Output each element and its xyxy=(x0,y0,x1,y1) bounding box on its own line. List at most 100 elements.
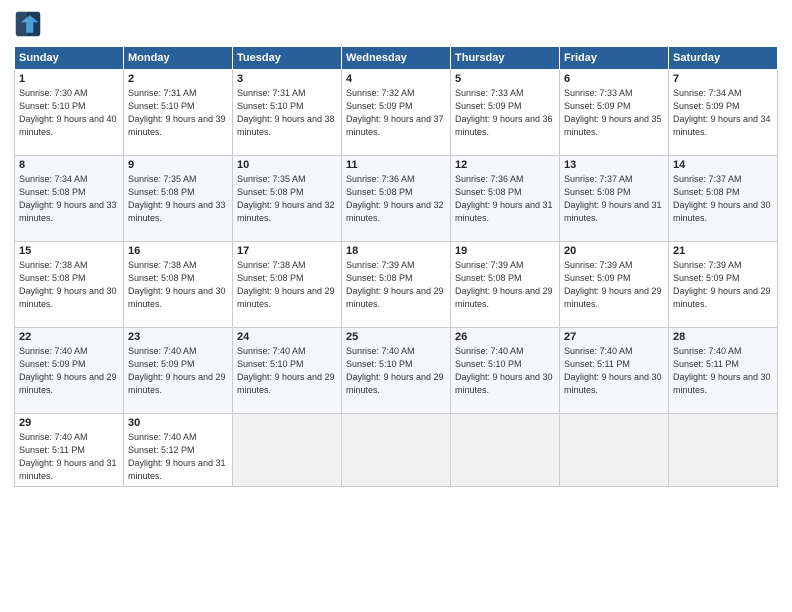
day-detail: Sunrise: 7:37 AMSunset: 5:08 PMDaylight:… xyxy=(564,173,664,225)
calendar-cell: 14 Sunrise: 7:37 AMSunset: 5:08 PMDaylig… xyxy=(669,156,778,242)
calendar-cell: 17 Sunrise: 7:38 AMSunset: 5:08 PMDaylig… xyxy=(233,242,342,328)
calendar-cell: 29 Sunrise: 7:40 AMSunset: 5:11 PMDaylig… xyxy=(15,414,124,487)
calendar-cell: 6 Sunrise: 7:33 AMSunset: 5:09 PMDayligh… xyxy=(560,70,669,156)
day-number: 11 xyxy=(346,159,446,171)
day-detail: Sunrise: 7:37 AMSunset: 5:08 PMDaylight:… xyxy=(673,173,773,225)
day-detail: Sunrise: 7:36 AMSunset: 5:08 PMDaylight:… xyxy=(346,173,446,225)
day-detail: Sunrise: 7:31 AMSunset: 5:10 PMDaylight:… xyxy=(128,87,228,139)
calendar-table: SundayMondayTuesdayWednesdayThursdayFrid… xyxy=(14,46,778,487)
calendar-cell xyxy=(560,414,669,487)
day-number: 23 xyxy=(128,331,228,343)
calendar-cell: 24 Sunrise: 7:40 AMSunset: 5:10 PMDaylig… xyxy=(233,328,342,414)
calendar-cell: 12 Sunrise: 7:36 AMSunset: 5:08 PMDaylig… xyxy=(451,156,560,242)
day-of-week-header: Sunday xyxy=(15,47,124,70)
calendar-cell: 10 Sunrise: 7:35 AMSunset: 5:08 PMDaylig… xyxy=(233,156,342,242)
day-detail: Sunrise: 7:38 AMSunset: 5:08 PMDaylight:… xyxy=(19,259,119,311)
day-detail: Sunrise: 7:34 AMSunset: 5:09 PMDaylight:… xyxy=(673,87,773,139)
calendar-cell: 25 Sunrise: 7:40 AMSunset: 5:10 PMDaylig… xyxy=(342,328,451,414)
day-number: 19 xyxy=(455,245,555,257)
day-number: 17 xyxy=(237,245,337,257)
day-detail: Sunrise: 7:39 AMSunset: 5:09 PMDaylight:… xyxy=(673,259,773,311)
calendar-header-row: SundayMondayTuesdayWednesdayThursdayFrid… xyxy=(15,47,778,70)
day-number: 28 xyxy=(673,331,773,343)
day-detail: Sunrise: 7:36 AMSunset: 5:08 PMDaylight:… xyxy=(455,173,555,225)
day-of-week-header: Monday xyxy=(124,47,233,70)
calendar-cell: 22 Sunrise: 7:40 AMSunset: 5:09 PMDaylig… xyxy=(15,328,124,414)
day-number: 3 xyxy=(237,73,337,85)
day-number: 27 xyxy=(564,331,664,343)
calendar-cell: 11 Sunrise: 7:36 AMSunset: 5:08 PMDaylig… xyxy=(342,156,451,242)
calendar-cell: 13 Sunrise: 7:37 AMSunset: 5:08 PMDaylig… xyxy=(560,156,669,242)
day-number: 26 xyxy=(455,331,555,343)
day-detail: Sunrise: 7:39 AMSunset: 5:08 PMDaylight:… xyxy=(455,259,555,311)
day-detail: Sunrise: 7:39 AMSunset: 5:08 PMDaylight:… xyxy=(346,259,446,311)
day-number: 1 xyxy=(19,73,119,85)
calendar-cell: 3 Sunrise: 7:31 AMSunset: 5:10 PMDayligh… xyxy=(233,70,342,156)
calendar-cell: 4 Sunrise: 7:32 AMSunset: 5:09 PMDayligh… xyxy=(342,70,451,156)
page: SundayMondayTuesdayWednesdayThursdayFrid… xyxy=(0,0,792,612)
day-number: 12 xyxy=(455,159,555,171)
day-number: 2 xyxy=(128,73,228,85)
calendar-cell: 27 Sunrise: 7:40 AMSunset: 5:11 PMDaylig… xyxy=(560,328,669,414)
calendar-cell: 23 Sunrise: 7:40 AMSunset: 5:09 PMDaylig… xyxy=(124,328,233,414)
calendar-cell: 8 Sunrise: 7:34 AMSunset: 5:08 PMDayligh… xyxy=(15,156,124,242)
day-number: 5 xyxy=(455,73,555,85)
day-number: 16 xyxy=(128,245,228,257)
logo xyxy=(14,10,46,38)
day-number: 10 xyxy=(237,159,337,171)
calendar-cell xyxy=(451,414,560,487)
day-detail: Sunrise: 7:40 AMSunset: 5:10 PMDaylight:… xyxy=(237,345,337,397)
calendar-cell: 9 Sunrise: 7:35 AMSunset: 5:08 PMDayligh… xyxy=(124,156,233,242)
calendar-cell: 26 Sunrise: 7:40 AMSunset: 5:10 PMDaylig… xyxy=(451,328,560,414)
calendar-cell: 20 Sunrise: 7:39 AMSunset: 5:09 PMDaylig… xyxy=(560,242,669,328)
calendar-cell: 1 Sunrise: 7:30 AMSunset: 5:10 PMDayligh… xyxy=(15,70,124,156)
day-number: 8 xyxy=(19,159,119,171)
day-number: 7 xyxy=(673,73,773,85)
calendar-cell: 5 Sunrise: 7:33 AMSunset: 5:09 PMDayligh… xyxy=(451,70,560,156)
day-detail: Sunrise: 7:40 AMSunset: 5:10 PMDaylight:… xyxy=(455,345,555,397)
day-detail: Sunrise: 7:40 AMSunset: 5:12 PMDaylight:… xyxy=(128,431,228,483)
calendar-cell: 7 Sunrise: 7:34 AMSunset: 5:09 PMDayligh… xyxy=(669,70,778,156)
day-detail: Sunrise: 7:35 AMSunset: 5:08 PMDaylight:… xyxy=(128,173,228,225)
day-detail: Sunrise: 7:33 AMSunset: 5:09 PMDaylight:… xyxy=(564,87,664,139)
day-of-week-header: Thursday xyxy=(451,47,560,70)
day-number: 15 xyxy=(19,245,119,257)
day-number: 30 xyxy=(128,417,228,429)
calendar-cell xyxy=(669,414,778,487)
calendar-cell: 28 Sunrise: 7:40 AMSunset: 5:11 PMDaylig… xyxy=(669,328,778,414)
day-of-week-header: Saturday xyxy=(669,47,778,70)
calendar-cell xyxy=(342,414,451,487)
day-detail: Sunrise: 7:38 AMSunset: 5:08 PMDaylight:… xyxy=(237,259,337,311)
day-of-week-header: Tuesday xyxy=(233,47,342,70)
day-detail: Sunrise: 7:40 AMSunset: 5:10 PMDaylight:… xyxy=(346,345,446,397)
day-detail: Sunrise: 7:32 AMSunset: 5:09 PMDaylight:… xyxy=(346,87,446,139)
calendar-body: 1 Sunrise: 7:30 AMSunset: 5:10 PMDayligh… xyxy=(15,70,778,487)
day-number: 13 xyxy=(564,159,664,171)
calendar-cell: 16 Sunrise: 7:38 AMSunset: 5:08 PMDaylig… xyxy=(124,242,233,328)
day-number: 22 xyxy=(19,331,119,343)
day-number: 4 xyxy=(346,73,446,85)
day-number: 20 xyxy=(564,245,664,257)
day-detail: Sunrise: 7:40 AMSunset: 5:09 PMDaylight:… xyxy=(128,345,228,397)
day-detail: Sunrise: 7:40 AMSunset: 5:11 PMDaylight:… xyxy=(564,345,664,397)
day-number: 6 xyxy=(564,73,664,85)
day-number: 21 xyxy=(673,245,773,257)
day-detail: Sunrise: 7:40 AMSunset: 5:09 PMDaylight:… xyxy=(19,345,119,397)
day-detail: Sunrise: 7:34 AMSunset: 5:08 PMDaylight:… xyxy=(19,173,119,225)
day-number: 18 xyxy=(346,245,446,257)
day-detail: Sunrise: 7:31 AMSunset: 5:10 PMDaylight:… xyxy=(237,87,337,139)
day-detail: Sunrise: 7:39 AMSunset: 5:09 PMDaylight:… xyxy=(564,259,664,311)
calendar-cell: 18 Sunrise: 7:39 AMSunset: 5:08 PMDaylig… xyxy=(342,242,451,328)
header xyxy=(14,10,778,38)
day-number: 14 xyxy=(673,159,773,171)
day-of-week-header: Wednesday xyxy=(342,47,451,70)
day-detail: Sunrise: 7:30 AMSunset: 5:10 PMDaylight:… xyxy=(19,87,119,139)
calendar-cell: 19 Sunrise: 7:39 AMSunset: 5:08 PMDaylig… xyxy=(451,242,560,328)
calendar-cell: 15 Sunrise: 7:38 AMSunset: 5:08 PMDaylig… xyxy=(15,242,124,328)
day-detail: Sunrise: 7:40 AMSunset: 5:11 PMDaylight:… xyxy=(19,431,119,483)
calendar-cell: 30 Sunrise: 7:40 AMSunset: 5:12 PMDaylig… xyxy=(124,414,233,487)
logo-icon xyxy=(14,10,42,38)
calendar-cell: 2 Sunrise: 7:31 AMSunset: 5:10 PMDayligh… xyxy=(124,70,233,156)
day-number: 25 xyxy=(346,331,446,343)
calendar-cell xyxy=(233,414,342,487)
